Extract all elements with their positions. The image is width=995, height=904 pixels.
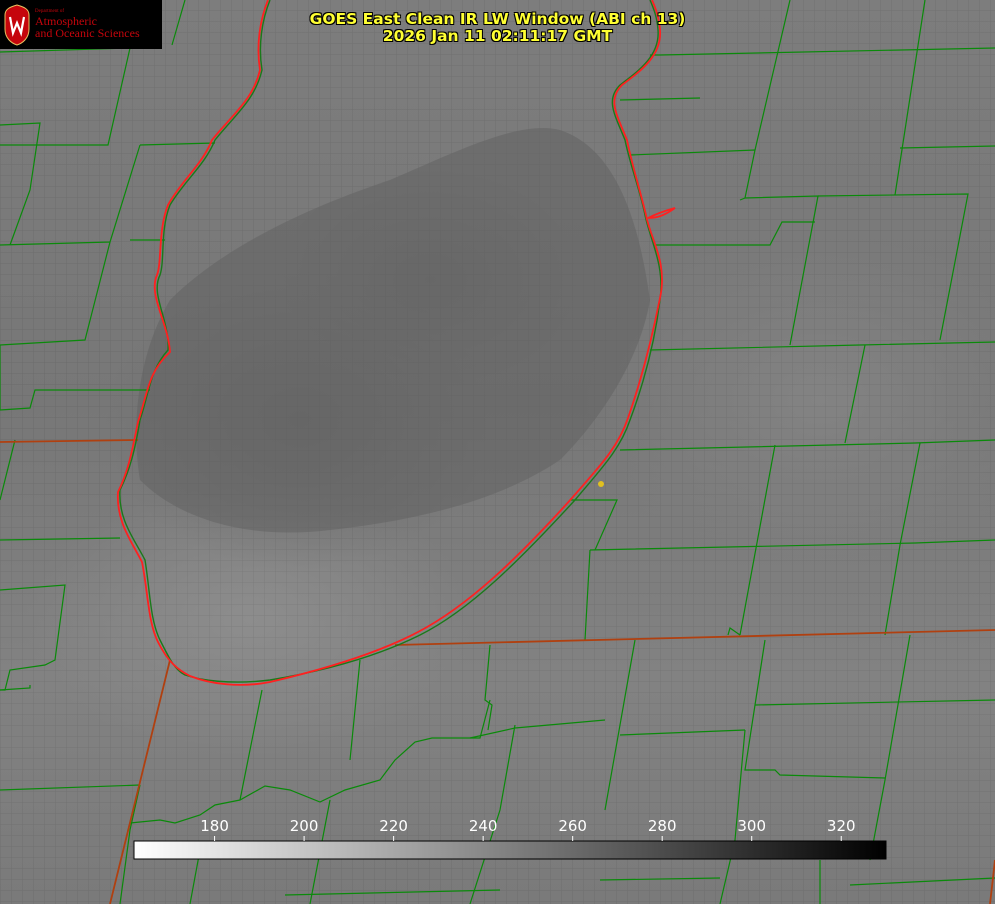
colorbar-tick-label: 280 xyxy=(648,817,677,835)
image-title: GOES East Clean IR LW Window (ABI ch 13)… xyxy=(0,11,995,45)
colorbar-ticks: 180 200 220 240 260 280 300 320 xyxy=(200,817,856,841)
cold-cloud-region xyxy=(136,128,650,533)
map-overlay: 180 200 220 240 260 280 300 320 xyxy=(0,0,995,904)
title-line-1: GOES East Clean IR LW Window (ABI ch 13) xyxy=(309,10,686,28)
lake-inlet xyxy=(647,207,676,219)
station-marker xyxy=(598,481,604,487)
colorbar-tick-label: 300 xyxy=(737,817,766,835)
colorbar-tick-label: 180 xyxy=(200,817,229,835)
title-timestamp: 2026 Jan 11 02:11:17 GMT xyxy=(382,27,613,45)
colorbar-tick-label: 240 xyxy=(469,817,498,835)
colorbar-tick-label: 320 xyxy=(827,817,856,835)
colorbar-tick-label: 220 xyxy=(379,817,408,835)
satellite-image: 180 200 220 240 260 280 300 320 Department of A… xyxy=(0,0,995,904)
colorbar-tick-label: 260 xyxy=(558,817,587,835)
colorbar-tick-label: 200 xyxy=(290,817,319,835)
colorbar xyxy=(133,840,887,860)
